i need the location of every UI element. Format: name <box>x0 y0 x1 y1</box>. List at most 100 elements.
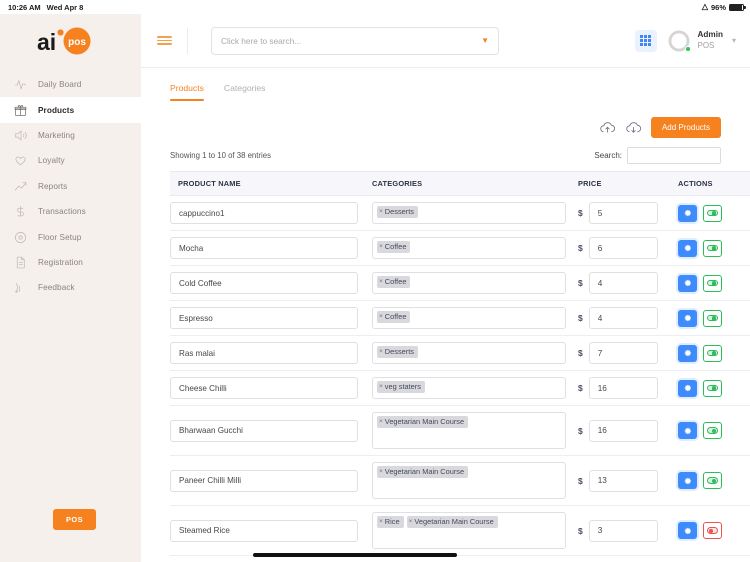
categories-input[interactable]: × Vegetarian Main Course <box>372 412 566 449</box>
remove-tag-icon[interactable]: × <box>379 313 383 321</box>
enable-toggle-button[interactable] <box>703 239 722 257</box>
remove-tag-icon[interactable]: × <box>379 208 383 216</box>
svg-text:pos: pos <box>68 37 86 48</box>
settings-button[interactable] <box>678 239 697 257</box>
cloud-download-icon[interactable] <box>625 119 642 136</box>
chevron-down-icon[interactable]: ▾ <box>732 36 736 45</box>
remove-tag-icon[interactable]: × <box>379 243 383 251</box>
category-tag[interactable]: × Rice <box>377 516 404 528</box>
enable-toggle-button[interactable] <box>703 472 722 489</box>
global-search-box[interactable]: ▼ <box>211 26 499 55</box>
enable-toggle-button[interactable] <box>703 274 722 292</box>
cell-product-name: Cold Coffee <box>170 265 372 301</box>
category-tag[interactable]: × veg staters <box>377 381 425 393</box>
categories-input[interactable]: × Coffee <box>372 272 566 294</box>
column-header-price[interactable]: PRICE <box>578 171 678 196</box>
sidebar-item-reports[interactable]: Reports <box>0 174 141 199</box>
column-header-categories[interactable]: CATEGORIES <box>372 171 578 196</box>
avatar[interactable] <box>666 28 691 53</box>
enable-toggle-button[interactable] <box>703 309 722 327</box>
add-products-button[interactable]: Add Products <box>650 117 721 138</box>
price-input[interactable]: 16 <box>588 377 658 399</box>
product-name-input[interactable]: Paneer Chilli Milli <box>170 469 358 492</box>
remove-tag-icon[interactable]: × <box>379 278 383 286</box>
settings-button[interactable] <box>678 274 697 292</box>
settings-button[interactable] <box>678 472 697 489</box>
sidebar-item-feedback[interactable]: Feedback <box>0 275 141 300</box>
category-tag[interactable]: × Coffee <box>377 276 411 288</box>
categories-input[interactable]: × Desserts <box>372 342 566 364</box>
horizontal-scrollbar[interactable] <box>253 553 457 557</box>
price-input[interactable]: 16 <box>588 419 658 442</box>
hamburger-menu-icon[interactable] <box>141 34 187 47</box>
category-tag[interactable]: × Coffee <box>377 311 411 323</box>
user-menu[interactable]: Admin POS <box>698 30 723 50</box>
price-input[interactable]: 5 <box>588 202 658 224</box>
sidebar-item-loyalty[interactable]: Loyalty <box>0 148 141 173</box>
settings-button[interactable] <box>678 309 697 327</box>
product-name-input[interactable]: Mocha <box>170 237 358 259</box>
pos-button[interactable]: POS <box>53 509 97 530</box>
sidebar-item-marketing[interactable]: Marketing <box>0 123 141 148</box>
enable-toggle-button[interactable] <box>703 379 722 397</box>
categories-input[interactable]: × Desserts <box>372 202 566 224</box>
brand-logo[interactable]: pos ai <box>0 14 141 68</box>
column-header-actions[interactable]: ACTIONS <box>678 171 750 196</box>
enable-toggle-button[interactable] <box>703 344 722 362</box>
enable-toggle-button[interactable] <box>703 204 722 222</box>
remove-tag-icon[interactable]: × <box>379 468 383 476</box>
remove-tag-icon[interactable]: × <box>379 348 383 356</box>
price-input[interactable]: 13 <box>588 469 658 492</box>
enable-toggle-button[interactable] <box>703 522 722 539</box>
category-tag[interactable]: × Coffee <box>377 241 411 253</box>
category-tag[interactable]: × Vegetarian Main Course <box>377 416 469 428</box>
table-search-input[interactable] <box>627 147 721 164</box>
categories-input[interactable]: × veg staters <box>372 377 566 399</box>
remove-tag-icon[interactable]: × <box>409 518 413 526</box>
tab-categories[interactable]: Categories <box>224 83 266 101</box>
settings-button[interactable] <box>678 344 697 362</box>
cell-price: $3 <box>578 505 678 556</box>
settings-button[interactable] <box>678 379 697 397</box>
cloud-upload-icon[interactable] <box>599 119 616 136</box>
settings-button[interactable] <box>678 204 697 222</box>
gear-icon <box>684 314 691 322</box>
category-tag[interactable]: × Vegetarian Main Course <box>406 516 498 528</box>
product-name-input[interactable]: cappuccino1 <box>170 202 358 224</box>
sidebar-item-floor-setup[interactable]: Floor Setup <box>0 224 141 249</box>
price-input[interactable]: 6 <box>588 237 658 259</box>
search-input[interactable] <box>221 35 482 46</box>
categories-input[interactable]: × Coffee <box>372 307 566 329</box>
categories-input[interactable]: × Coffee <box>372 237 566 259</box>
sidebar-item-products[interactable]: Products <box>0 97 141 123</box>
remove-tag-icon[interactable]: × <box>379 418 383 426</box>
product-name-input[interactable]: Cheese Chilli <box>170 377 358 399</box>
settings-button[interactable] <box>678 522 697 539</box>
product-name-input[interactable]: Steamed Rice <box>170 519 358 542</box>
category-tag[interactable]: × Desserts <box>377 206 418 218</box>
product-name-input[interactable]: Ras malai <box>170 342 358 364</box>
sidebar-item-registration[interactable]: Registration <box>0 250 141 275</box>
entries-count-label: Showing 1 to 10 of 38 entries <box>170 151 271 160</box>
tab-products[interactable]: Products <box>170 83 204 101</box>
product-name-input[interactable]: Bharwaan Gucchi <box>170 419 358 442</box>
product-name-input[interactable]: Espresso <box>170 307 358 329</box>
enable-toggle-button[interactable] <box>703 422 722 439</box>
remove-tag-icon[interactable]: × <box>379 383 383 391</box>
chevron-down-icon[interactable]: ▼ <box>481 36 489 45</box>
grid-apps-icon[interactable] <box>634 29 657 52</box>
sidebar-item-daily-board[interactable]: Daily Board <box>0 72 141 97</box>
settings-button[interactable] <box>678 422 697 439</box>
price-input[interactable]: 7 <box>588 342 658 364</box>
column-header-product-name[interactable]: PRODUCT NAME <box>170 171 372 196</box>
categories-input[interactable]: × Vegetarian Main Course <box>372 462 566 499</box>
remove-tag-icon[interactable]: × <box>379 518 383 526</box>
category-tag[interactable]: × Desserts <box>377 346 418 358</box>
price-input[interactable]: 3 <box>588 519 658 542</box>
categories-input[interactable]: × Rice × Vegetarian Main Course <box>372 512 566 549</box>
price-input[interactable]: 4 <box>588 272 658 294</box>
category-tag[interactable]: × Vegetarian Main Course <box>377 466 469 478</box>
price-input[interactable]: 4 <box>588 307 658 329</box>
product-name-input[interactable]: Cold Coffee <box>170 272 358 294</box>
sidebar-item-transactions[interactable]: Transactions <box>0 199 141 224</box>
